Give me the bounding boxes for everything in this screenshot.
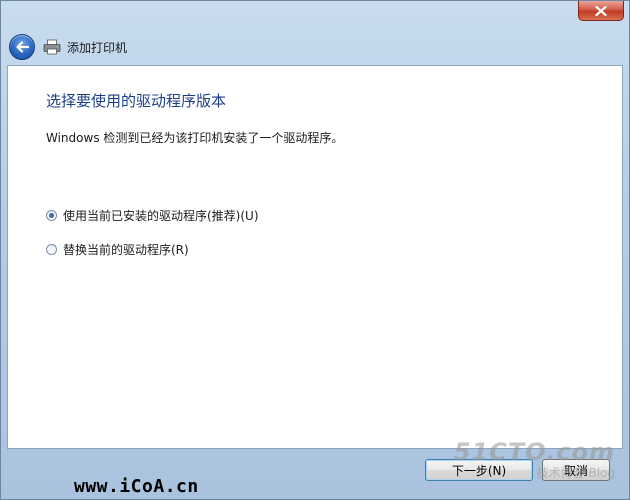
printer-icon [43,39,61,55]
button-bar: 下一步(N) 取消 [7,449,623,495]
navigation-bar: 添加打印机 [7,29,623,65]
page-heading: 选择要使用的驱动程序版本 [46,92,227,110]
back-arrow-icon [16,41,29,53]
close-icon [595,5,607,16]
option-label: 使用当前已安装的驱动程序(推荐)(U) [63,209,259,223]
content-panel: 选择要使用的驱动程序版本 Windows 检测到已经为该打印机安装了一个驱动程序… [7,65,623,497]
back-button[interactable] [9,34,35,60]
radio-use-current-driver[interactable] [46,210,57,221]
page-description: Windows 检测到已经为该打印机安装了一个驱动程序。 [46,131,344,145]
window-title: 添加打印机 [67,40,128,55]
cancel-button[interactable]: 取消 [542,459,610,481]
close-button[interactable] [578,1,624,21]
add-printer-window: 添加打印机 选择要使用的驱动程序版本 Windows 检测到已经为该打印机安装了… [0,0,630,500]
radio-replace-driver[interactable] [46,244,57,255]
option-use-current-driver[interactable]: 使用当前已安装的驱动程序(推荐)(U) [46,207,259,224]
option-replace-driver[interactable]: 替换当前的驱动程序(R) [46,241,189,258]
option-label: 替换当前的驱动程序(R) [63,243,189,257]
next-button[interactable]: 下一步(N) [425,459,533,481]
